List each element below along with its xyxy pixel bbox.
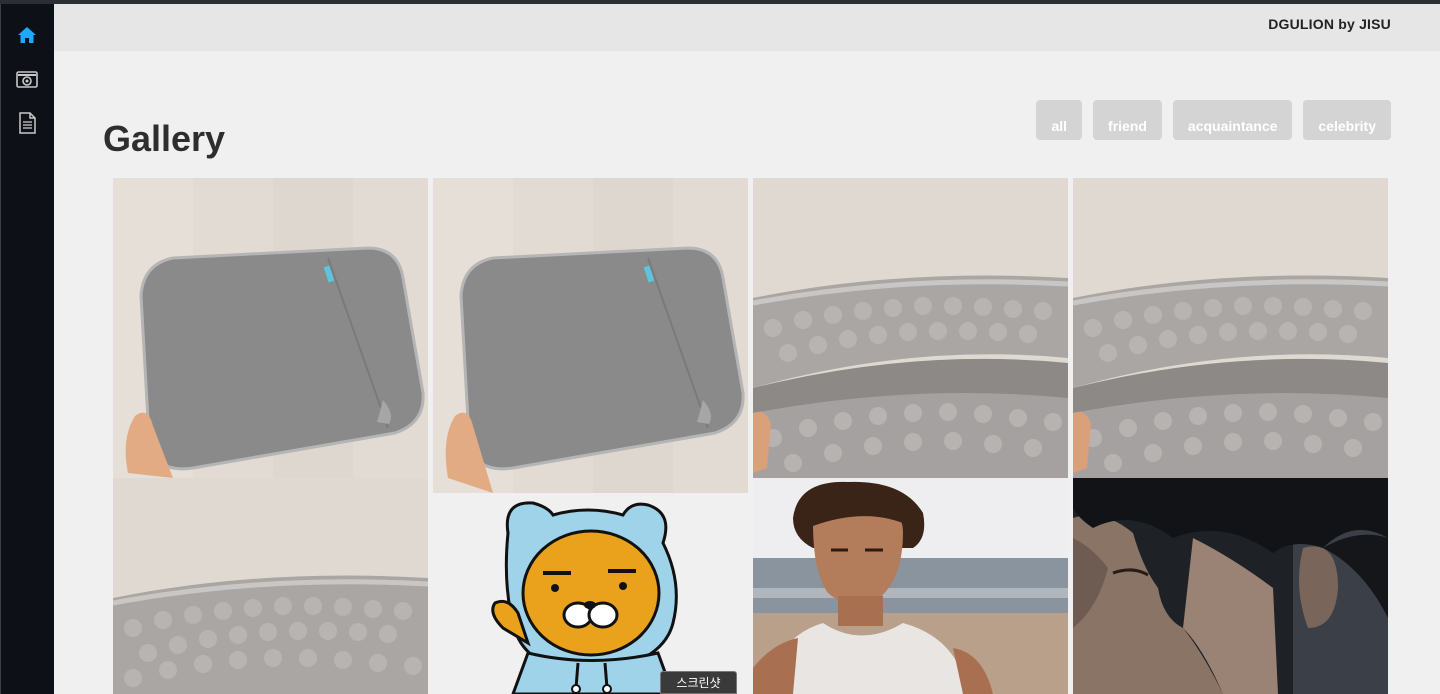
filter-celebrity-button[interactable]: celebrity (1303, 100, 1391, 140)
home-icon (18, 27, 36, 43)
gallery-photo-ryan-character[interactable] (433, 493, 748, 694)
page-title: Gallery (103, 118, 226, 159)
gallery-photo-man-profile[interactable] (1073, 478, 1388, 694)
filter-friend-button[interactable]: friend (1093, 100, 1162, 140)
filter-all-button[interactable]: all (1036, 100, 1083, 140)
gallery-photo-man-beach[interactable] (753, 478, 1068, 694)
sidebar (0, 4, 54, 694)
camera-icon (16, 71, 38, 88)
brand-title[interactable]: DGULION by JISU (1268, 16, 1391, 32)
filter-acquaintance-button[interactable]: acquaintance (1172, 100, 1293, 140)
gallery-photo-sleeve-interior[interactable] (113, 478, 428, 694)
sidebar-item-home[interactable] (14, 22, 40, 48)
gallery-photo-sleeve-interior[interactable] (1073, 178, 1388, 478)
gallery-photo-laptop-sleeve[interactable] (113, 178, 428, 478)
filter-button-group: all friend acquaintance celebrity (1036, 100, 1391, 140)
gallery-photo-laptop-sleeve[interactable] (433, 178, 748, 493)
document-icon (19, 112, 36, 134)
sidebar-item-gallery[interactable] (14, 66, 40, 92)
gallery-photo-sleeve-interior[interactable] (753, 178, 1068, 478)
header: DGULION by JISU (54, 4, 1440, 51)
sidebar-item-posts[interactable] (14, 110, 40, 136)
screenshot-tooltip: 스크린샷 (660, 671, 737, 694)
